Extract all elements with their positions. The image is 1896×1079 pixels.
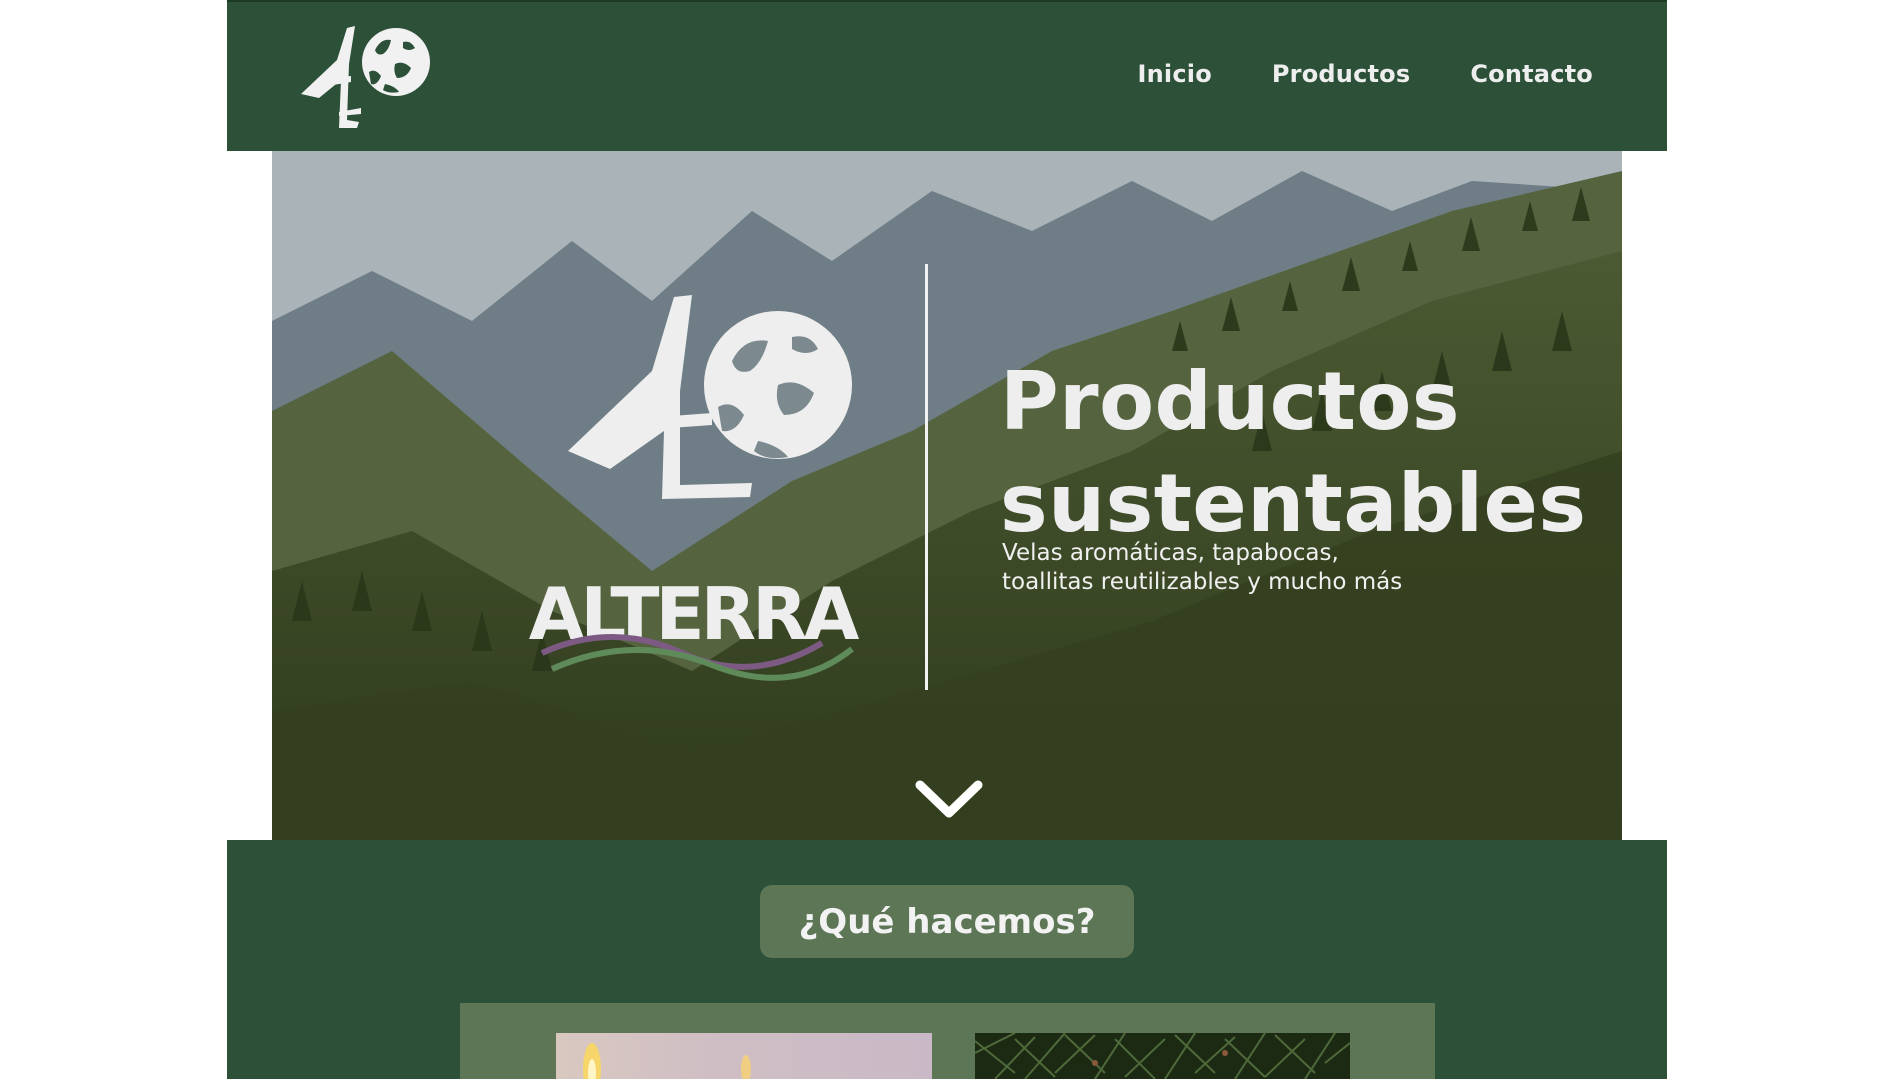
hero-title: Productos sustentables xyxy=(1000,351,1586,555)
site-header: Inicio Productos Contacto xyxy=(227,0,1667,151)
nav-link-contacto[interactable]: Contacto xyxy=(1470,60,1593,88)
hero-subtitle: Velas aromáticas, tapabocas, toallitas r… xyxy=(1002,539,1402,597)
hero-divider xyxy=(925,264,928,690)
hero-subtitle-line1: Velas aromáticas, tapabocas, xyxy=(1002,540,1339,566)
hero-banner: ALTERRA Productos sustentables Velas aro… xyxy=(272,151,1622,840)
chevron-down-icon[interactable] xyxy=(914,777,984,821)
candle-flame-graphic xyxy=(583,1043,751,1079)
pine-image[interactable] xyxy=(975,1033,1350,1079)
what-we-do-section: ¿Qué hacemos? xyxy=(227,840,1667,1079)
alterra-brand-logo-icon: ALTERRA xyxy=(529,295,864,681)
product-cards xyxy=(460,1003,1435,1079)
nav-link-inicio[interactable]: Inicio xyxy=(1138,60,1212,88)
hero-title-line1: Productos xyxy=(1000,355,1461,448)
hero-title-line2: sustentables xyxy=(1000,457,1587,550)
nav-link-productos[interactable]: Productos xyxy=(1272,60,1410,88)
section-heading: ¿Qué hacemos? xyxy=(760,885,1134,958)
candles-image[interactable] xyxy=(556,1033,932,1079)
pine-needles-graphic xyxy=(975,1033,1350,1079)
hero-subtitle-line2: toallitas reutilizables y mucho más xyxy=(1002,569,1403,595)
alterra-logo-icon[interactable] xyxy=(299,20,439,132)
main-nav: Inicio Productos Contacto xyxy=(1138,60,1594,88)
page: Inicio Productos Contacto ALTERRA Produc… xyxy=(227,0,1667,1079)
